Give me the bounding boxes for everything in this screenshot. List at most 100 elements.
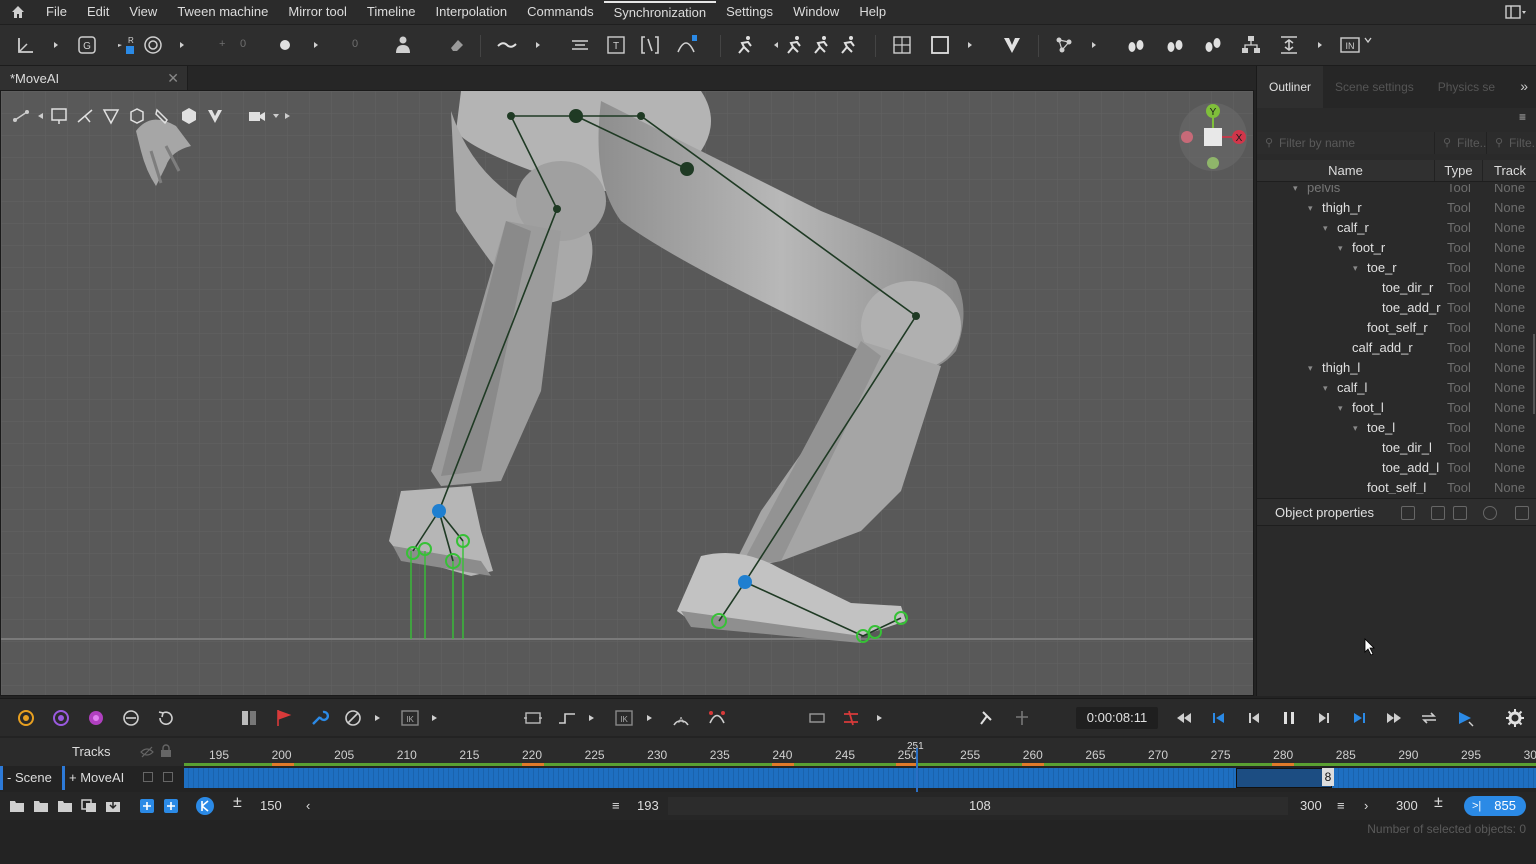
curve-icon[interactable] — [495, 33, 519, 57]
auto-pose-icon[interactable]: A — [669, 706, 693, 730]
go-to-end-icon[interactable] — [1347, 706, 1371, 730]
menu-file[interactable]: File — [36, 0, 77, 24]
scene-track-label[interactable]: - Scene — [0, 766, 62, 790]
cube-icon[interactable] — [177, 104, 201, 128]
prop-icon-2[interactable] — [1431, 506, 1445, 520]
timeline-ruler[interactable]: 195 200 205 210 215 220 225 230 235 240 245 250 255 2… — [184, 738, 1536, 766]
eye-icon[interactable] — [1483, 506, 1497, 520]
selected-key-range[interactable] — [1236, 768, 1332, 788]
pose-current-icon[interactable] — [809, 33, 833, 57]
dropdown-arrow-icon[interactable] — [585, 706, 599, 730]
outliner-row[interactable]: ▾ toe_r Tool None — [1257, 258, 1536, 278]
align-icon[interactable] — [1277, 33, 1301, 57]
tab-physics[interactable]: Physics se — [1426, 66, 1507, 108]
character-icon[interactable] — [391, 33, 415, 57]
mirror-select-icon[interactable] — [203, 104, 227, 128]
hamburger-menu-icon[interactable]: ≡ — [1519, 110, 1526, 124]
next-frame-icon[interactable] — [1312, 706, 1336, 730]
expand-toggle-icon[interactable]: ▾ — [1338, 398, 1343, 418]
pose-next-icon[interactable] — [836, 33, 860, 57]
camera-icon[interactable] — [245, 104, 269, 128]
fast-forward-icon[interactable] — [1382, 706, 1406, 730]
dropdown-arrow-icon[interactable] — [643, 706, 657, 730]
menu-settings[interactable]: Settings — [716, 0, 783, 24]
feet-icon[interactable] — [1124, 33, 1148, 57]
pose-prev-icon[interactable] — [782, 33, 806, 57]
outliner-row[interactable]: ▾ pelvis Tool None — [1257, 184, 1536, 198]
zoom-all-icon[interactable] — [162, 798, 180, 814]
start-menu-icon[interactable]: ≡ — [612, 798, 620, 813]
layout-icon[interactable] — [1496, 0, 1536, 24]
expand-toggle-icon[interactable]: ▾ — [1323, 218, 1328, 238]
range-start-value[interactable]: 193 — [637, 798, 659, 813]
gear-icon[interactable] — [1503, 706, 1527, 730]
ik-fk-icon[interactable]: IK — [612, 706, 636, 730]
copy-icon[interactable] — [80, 798, 98, 814]
tab-outliner[interactable]: Outliner — [1257, 66, 1324, 108]
folder-add-icon[interactable] — [32, 798, 50, 814]
menu-interpolation[interactable]: Interpolation — [426, 0, 518, 24]
unpin-icon[interactable] — [1010, 706, 1034, 730]
fps-value[interactable]: 150 — [260, 798, 282, 813]
grid-icon[interactable] — [890, 33, 914, 57]
outliner-row[interactable]: calf_add_r Tool None — [1257, 338, 1536, 358]
end-step-icon[interactable]: ± — [1434, 794, 1443, 812]
next-arrow-icon[interactable] — [283, 104, 293, 128]
key-magenta-icon[interactable] — [84, 706, 108, 730]
in-icon[interactable]: IN — [1338, 33, 1362, 57]
keyframe-dot-icon[interactable] — [273, 33, 297, 57]
menu-timeline[interactable]: Timeline — [357, 0, 426, 24]
outliner-row[interactable]: toe_add_l Tool None — [1257, 458, 1536, 478]
folder-new-icon[interactable] — [8, 798, 26, 814]
outliner-row[interactable]: ▾ calf_r Tool None — [1257, 218, 1536, 238]
more-tabs-icon[interactable]: » — [1520, 78, 1528, 94]
paint-select-icon[interactable] — [151, 104, 175, 128]
in-dropdown-icon[interactable] — [1364, 33, 1372, 57]
go-to-start-icon[interactable] — [1207, 706, 1231, 730]
step-curve-icon[interactable] — [555, 706, 579, 730]
prev-frame-icon[interactable] — [1242, 706, 1266, 730]
frame-icon[interactable] — [928, 33, 952, 57]
axis-icon[interactable] — [14, 33, 38, 57]
retime-icon[interactable] — [839, 706, 863, 730]
current-time-display[interactable]: 0:00:08:11 — [1076, 707, 1158, 729]
rewind-icon[interactable] — [1172, 706, 1196, 730]
physics-icon[interactable] — [1052, 33, 1076, 57]
outliner-row[interactable]: foot_self_l Tool None — [1257, 478, 1536, 494]
range-icon[interactable] — [805, 706, 829, 730]
loop-icon[interactable] — [119, 706, 143, 730]
text-icon[interactable]: T — [604, 33, 628, 57]
split-icon[interactable] — [237, 706, 261, 730]
dropdown-arrow-icon[interactable] — [966, 33, 974, 57]
lock-icon[interactable] — [160, 744, 172, 758]
dropdown-arrow-icon[interactable] — [1090, 33, 1098, 57]
menu-commands[interactable]: Commands — [517, 0, 603, 24]
prop-icon-1[interactable] — [1401, 506, 1415, 520]
disable-icon[interactable] — [341, 706, 365, 730]
step-up-icon[interactable]: + — [219, 38, 225, 50]
outliner-row[interactable]: toe_dir_r Tool None — [1257, 278, 1536, 298]
expand-toggle-icon[interactable]: ▾ — [1308, 358, 1313, 378]
dropdown-arrow-icon[interactable] — [371, 706, 385, 730]
column-name[interactable]: Name — [1257, 160, 1435, 181]
outliner-row[interactable]: ▾ calf_l Tool None — [1257, 378, 1536, 398]
dropdown-arrow-icon[interactable] — [534, 33, 542, 57]
range-end-value[interactable]: 300 — [1300, 798, 1322, 813]
keyframe-toggle-icon[interactable] — [194, 797, 216, 815]
end-menu-icon[interactable]: ≡ — [1337, 798, 1345, 813]
bezier-icon[interactable] — [674, 33, 698, 57]
dropdown-arrow-icon[interactable] — [428, 706, 442, 730]
loop-play-icon[interactable] — [1417, 706, 1441, 730]
outliner-scrollbar[interactable] — [1533, 334, 1535, 414]
outliner-row[interactable]: ▾ thigh_r Tool None — [1257, 198, 1536, 218]
outliner-row[interactable]: ▾ foot_l Tool None — [1257, 398, 1536, 418]
menu-mirror-tool[interactable]: Mirror tool — [278, 0, 357, 24]
dropdown-arrow-icon[interactable] — [873, 706, 887, 730]
menu-tween-machine[interactable]: Tween machine — [167, 0, 278, 24]
run-pose-icon[interactable] — [733, 33, 757, 57]
expand-toggle-icon[interactable]: ▾ — [1338, 238, 1343, 258]
expand-toggle-icon[interactable]: ▾ — [1323, 378, 1328, 398]
scroll-right-icon[interactable]: › — [1364, 798, 1368, 813]
dropdown-arrow-icon[interactable] — [1316, 33, 1324, 57]
movea-track-label[interactable]: + MoveAI — [62, 766, 184, 790]
